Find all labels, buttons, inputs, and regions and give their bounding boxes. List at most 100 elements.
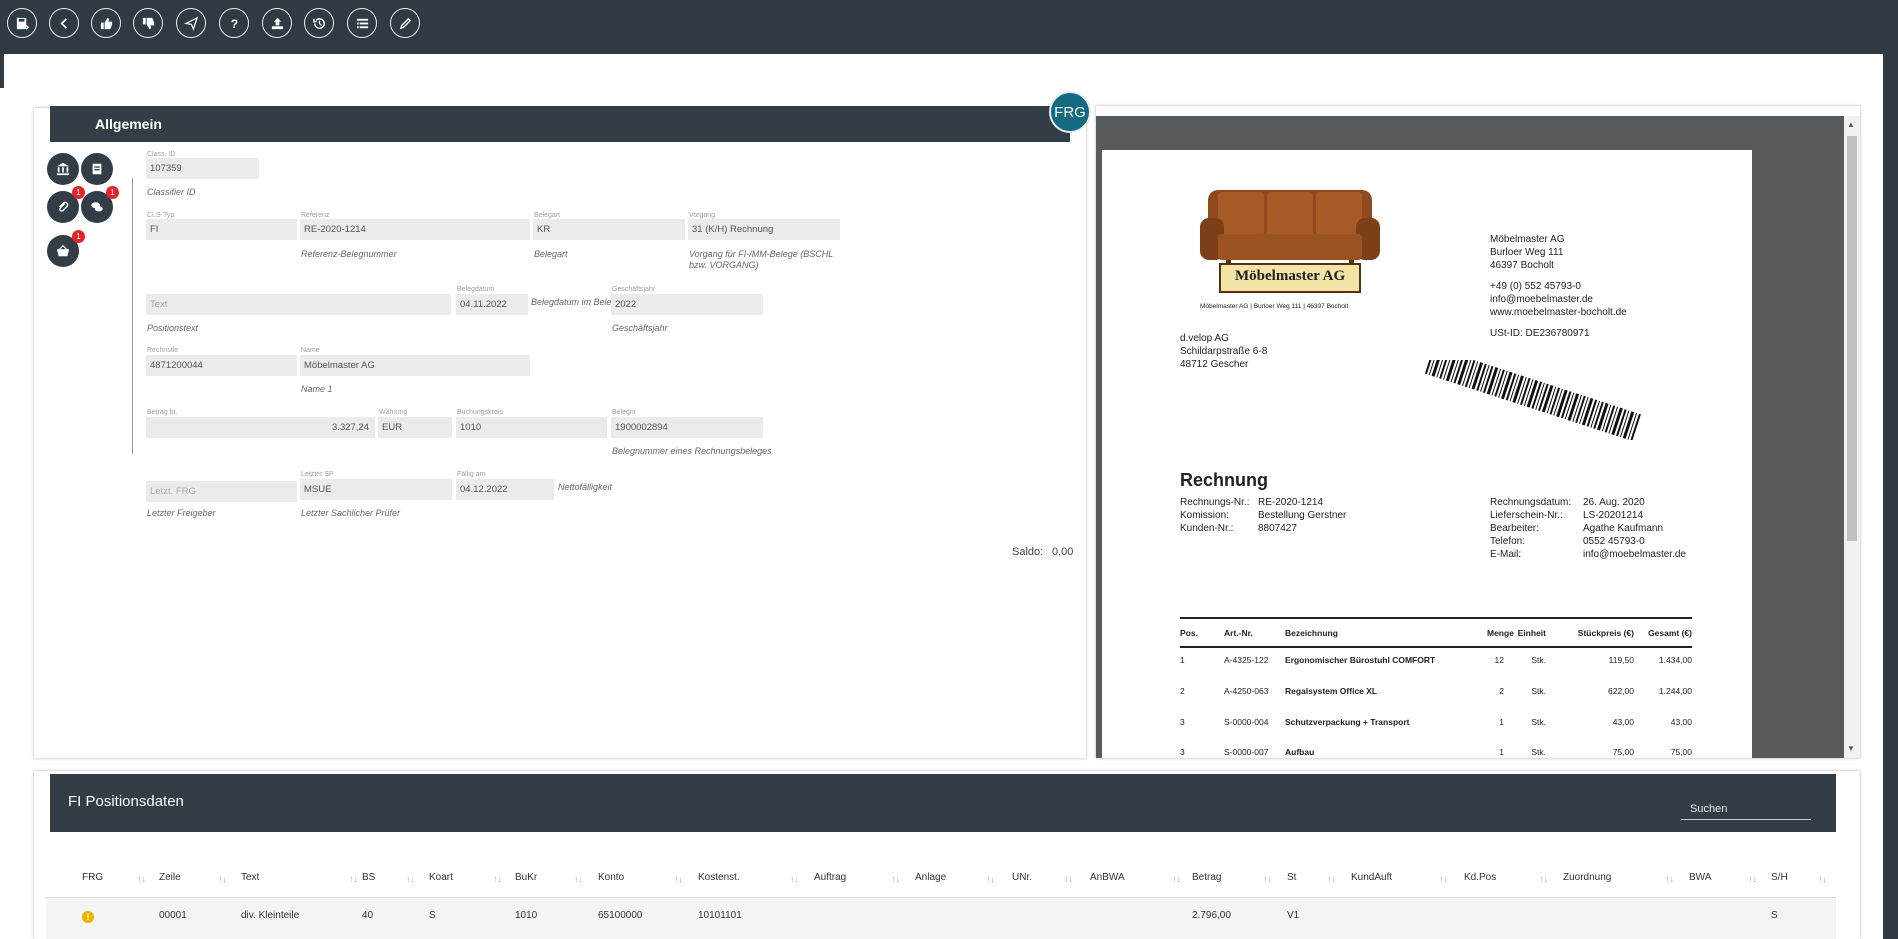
upload-button[interactable]: [262, 8, 292, 38]
col-header-bs[interactable]: BS: [362, 872, 375, 883]
belegdatum-label: Belegdatum: [457, 286, 495, 293]
sort-icon[interactable]: ↑↓: [790, 874, 799, 884]
sort-icon[interactable]: ↑↓: [1064, 874, 1073, 884]
logo-text: Möbelmaster AG: [1235, 268, 1346, 284]
buchungskreis-label: Buchungskreis: [457, 409, 503, 416]
sort-icon[interactable]: ↑↓: [406, 874, 415, 884]
search-input[interactable]: [1681, 798, 1811, 820]
geschaeftsjahr-label: Geschäftsjahr: [612, 286, 656, 293]
col-header-sh[interactable]: S/H: [1771, 872, 1788, 883]
sort-icon[interactable]: ↑↓: [1263, 874, 1272, 884]
list-button[interactable]: [347, 8, 377, 38]
betrag-field[interactable]: 3.327,24: [146, 417, 375, 438]
sort-icon[interactable]: ↑↓: [986, 874, 995, 884]
vorgang-field[interactable]: 31 (K/H) Rechnung: [688, 219, 840, 240]
edit-button[interactable]: [390, 8, 420, 38]
belegnr-field[interactable]: 1900002894: [611, 417, 763, 438]
col-header-betrag[interactable]: Betrag: [1192, 872, 1221, 883]
letzt-frg-field[interactable]: Letzt. FRG: [146, 481, 297, 502]
basket-button[interactable]: 1: [47, 230, 85, 267]
rechnsteller-field[interactable]: 4871200044: [146, 355, 297, 376]
letzter-sp-field[interactable]: MSUE: [300, 479, 452, 500]
belegart-field[interactable]: KR: [533, 219, 685, 240]
col-header-st[interactable]: St: [1287, 872, 1296, 883]
letzt-frg-hint: Letzter Freigeber: [147, 508, 216, 518]
referenz-field[interactable]: RE-2020-1214: [300, 219, 530, 240]
sort-icon[interactable]: ↑↓: [1439, 874, 1448, 884]
sort-icon[interactable]: ↑↓: [218, 874, 227, 884]
geschaeftsjahr-field[interactable]: 2022: [611, 294, 763, 315]
window-scrollbar[interactable]: [1883, 54, 1898, 939]
sort-icon[interactable]: ↑↓: [1748, 874, 1757, 884]
col-header-auftrag[interactable]: Auftrag: [814, 872, 846, 883]
col-header-bwa[interactable]: BWA: [1689, 872, 1711, 883]
col-header-unr[interactable]: UNr.: [1012, 872, 1032, 883]
sort-icon[interactable]: ↑↓: [349, 874, 358, 884]
col-header-anbwa[interactable]: AnBWA: [1090, 872, 1125, 883]
book-icon: [92, 163, 102, 175]
faellig-field[interactable]: 04.12.2022: [456, 479, 554, 500]
invoice-cell: A-4250-063: [1224, 686, 1269, 696]
save-button[interactable]: [7, 8, 37, 38]
invoice-col-header: Einheit: [1517, 628, 1546, 638]
belegdatum-field[interactable]: 04.11.2022: [456, 294, 528, 315]
book-button[interactable]: [81, 153, 113, 185]
comments-button[interactable]: 1: [81, 186, 119, 223]
col-header-zuordnung[interactable]: Zuordnung: [1563, 872, 1611, 883]
top-toolbar: ?: [0, 0, 1898, 54]
buchungskreis-field[interactable]: 1010: [456, 417, 607, 438]
cls-typ-field[interactable]: FI: [146, 219, 297, 240]
sort-icon[interactable]: ↑↓: [493, 874, 502, 884]
invoice-cell: 1.434,00: [1658, 655, 1692, 665]
invoice-col-header: Pos.: [1180, 628, 1198, 638]
name-field[interactable]: Möbelmaster AG: [300, 355, 530, 376]
col-header-kostenst[interactable]: Kostenst.: [698, 872, 740, 883]
sort-icon[interactable]: ↑↓: [674, 874, 683, 884]
invoice-cell: 3: [1180, 717, 1185, 727]
waehrung-field[interactable]: EUR: [378, 417, 452, 438]
warning-icon[interactable]: !: [82, 911, 94, 923]
bank-button[interactable]: [47, 153, 79, 185]
invoice-cell: 1.244,00: [1658, 686, 1692, 696]
col-header-anlage[interactable]: Anlage: [915, 872, 946, 883]
meta-right-label: Bearbeiter:: [1490, 523, 1539, 534]
sort-icon[interactable]: ↑↓: [1818, 874, 1827, 884]
text-field[interactable]: Text: [146, 294, 451, 315]
class-id-field[interactable]: 107359: [146, 158, 259, 179]
sort-icon[interactable]: ↑↓: [1665, 874, 1674, 884]
back-button[interactable]: [49, 8, 79, 38]
invoice-cell: Aufbau: [1285, 747, 1315, 757]
meta-right-value: 0552 45793-0: [1583, 536, 1645, 547]
sort-icon[interactable]: ↑↓: [891, 874, 900, 884]
sort-icon[interactable]: ↑↓: [1327, 874, 1336, 884]
col-header-konto[interactable]: Konto: [598, 872, 624, 883]
invoice-cell: 119,50: [1608, 655, 1634, 665]
col-header-bukr[interactable]: BuKr: [515, 872, 537, 883]
company-street: Burloer Weg 111: [1490, 247, 1564, 258]
col-header-zeile[interactable]: Zeile: [159, 872, 181, 883]
sort-icon[interactable]: ↑↓: [1539, 874, 1548, 884]
sort-icon[interactable]: ↑↓: [1172, 874, 1181, 884]
table-row[interactable]: [46, 897, 1836, 939]
help-button[interactable]: ?: [219, 8, 249, 38]
col-header-text[interactable]: Text: [241, 872, 259, 883]
reject-button[interactable]: [133, 8, 163, 38]
scroll-up-icon[interactable]: ▲: [1847, 120, 1855, 129]
col-header-frg[interactable]: FRG: [82, 872, 103, 883]
cell-kostenst: 10101101: [698, 910, 742, 921]
approve-button[interactable]: [91, 8, 121, 38]
sort-icon[interactable]: ↑↓: [574, 874, 583, 884]
col-header-kdpos[interactable]: Kd.Pos: [1464, 872, 1496, 883]
attachment-button[interactable]: 1: [47, 186, 85, 223]
scroll-down-icon[interactable]: ▼: [1847, 744, 1855, 753]
name-label: Name: [301, 347, 320, 354]
col-header-koart[interactable]: Koart: [429, 872, 453, 883]
history-button[interactable]: [304, 8, 334, 38]
preview-scroll-thumb[interactable]: [1847, 136, 1857, 541]
recipient-street: Schildarpstraße 6-8: [1180, 346, 1268, 357]
meta-right-value: 26. Aug. 2020: [1583, 497, 1645, 508]
col-header-kundauft[interactable]: KundAuft: [1351, 872, 1392, 883]
sort-icon[interactable]: ↑↓: [137, 874, 146, 884]
send-button[interactable]: [176, 8, 206, 38]
frg-badge[interactable]: FRG: [1049, 91, 1091, 133]
